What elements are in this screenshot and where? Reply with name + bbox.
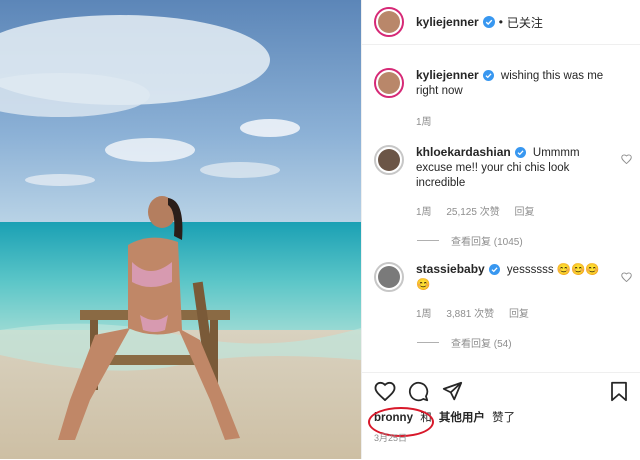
- header-avatar[interactable]: [374, 7, 404, 37]
- likes-suffix: 赞了: [492, 412, 516, 424]
- reply-button[interactable]: 回复: [515, 207, 535, 218]
- comment-avatar[interactable]: [374, 145, 404, 175]
- comment-like-heart-icon[interactable]: [621, 272, 632, 282]
- comment-like-heart-icon[interactable]: [621, 154, 632, 164]
- comment-body: khloekardashian Ummmm excuse me!! your c…: [416, 145, 616, 220]
- follow-status-button[interactable]: 已关注: [507, 14, 543, 31]
- likes-summary: bronny 和 其他用户 赞了: [368, 407, 516, 437]
- header-dot: •: [498, 15, 503, 29]
- caption-row: kyliejenner wishing this was me right no…: [374, 68, 616, 130]
- verified-badge-icon: [482, 70, 494, 81]
- view-replies-label: 查看回复 (54): [451, 339, 512, 350]
- share-icon[interactable]: [442, 381, 463, 402]
- comment-icon[interactable]: [408, 381, 429, 402]
- comment-meta: 1周 25,125 次赞 回复: [416, 205, 616, 220]
- comment-age: 1周: [416, 207, 432, 218]
- comment-age: 1周: [416, 309, 432, 320]
- post-header: kyliejenner • 已关注: [362, 0, 640, 45]
- caption-age: 1周: [416, 117, 432, 128]
- view-replies-button[interactable]: 查看回复 (1045): [417, 233, 523, 248]
- comment-username[interactable]: khloekardashian: [416, 145, 511, 159]
- comment-likes[interactable]: 25,125 次赞: [446, 207, 499, 218]
- comment-meta: 1周 3,881 次赞 回复: [416, 307, 616, 322]
- verified-badge-icon: [488, 264, 500, 275]
- caption-meta: 1周: [416, 115, 616, 130]
- replies-divider: [417, 240, 439, 241]
- verified-badge-icon: [514, 147, 526, 158]
- caption-username[interactable]: kyliejenner: [416, 68, 479, 82]
- likes-others-link[interactable]: 其他用户: [439, 412, 485, 424]
- beach-photo-image: [0, 0, 361, 459]
- comment-likes[interactable]: 3,881 次赞: [446, 309, 494, 320]
- post-date: 3月25日: [374, 433, 408, 443]
- instagram-post: kyliejenner • 已关注 kyliejenner wishing th…: [0, 0, 640, 459]
- view-replies-label: 查看回复 (1045): [451, 237, 523, 248]
- replies-divider: [417, 342, 439, 343]
- comment-row: khloekardashian Ummmm excuse me!! your c…: [374, 145, 616, 220]
- header-username[interactable]: kyliejenner: [416, 15, 479, 29]
- bookmark-icon[interactable]: [610, 381, 628, 402]
- view-replies-button[interactable]: 查看回复 (54): [417, 335, 512, 350]
- verified-badge-icon: [482, 16, 495, 28]
- post-photo[interactable]: [0, 0, 361, 459]
- caption-body: kyliejenner wishing this was me right no…: [416, 68, 616, 130]
- comment-username[interactable]: stassiebaby: [416, 262, 485, 276]
- reply-button[interactable]: 回复: [509, 309, 529, 320]
- post-side-panel: kyliejenner • 已关注 kyliejenner wishing th…: [361, 0, 640, 459]
- comment-body: stassiebaby yessssss 😊😊😊 😊 1周 3,881 次赞 回…: [416, 262, 616, 322]
- comment-avatar[interactable]: [374, 262, 404, 292]
- action-bar: bronny 和 其他用户 赞了 3月25日: [362, 372, 640, 460]
- heart-icon[interactable]: [374, 381, 396, 401]
- liker-name-wrap: bronny: [368, 407, 434, 437]
- comment-row: stassiebaby yessssss 😊😊😊 😊 1周 3,881 次赞 回…: [374, 262, 616, 322]
- caption-avatar[interactable]: [374, 68, 404, 98]
